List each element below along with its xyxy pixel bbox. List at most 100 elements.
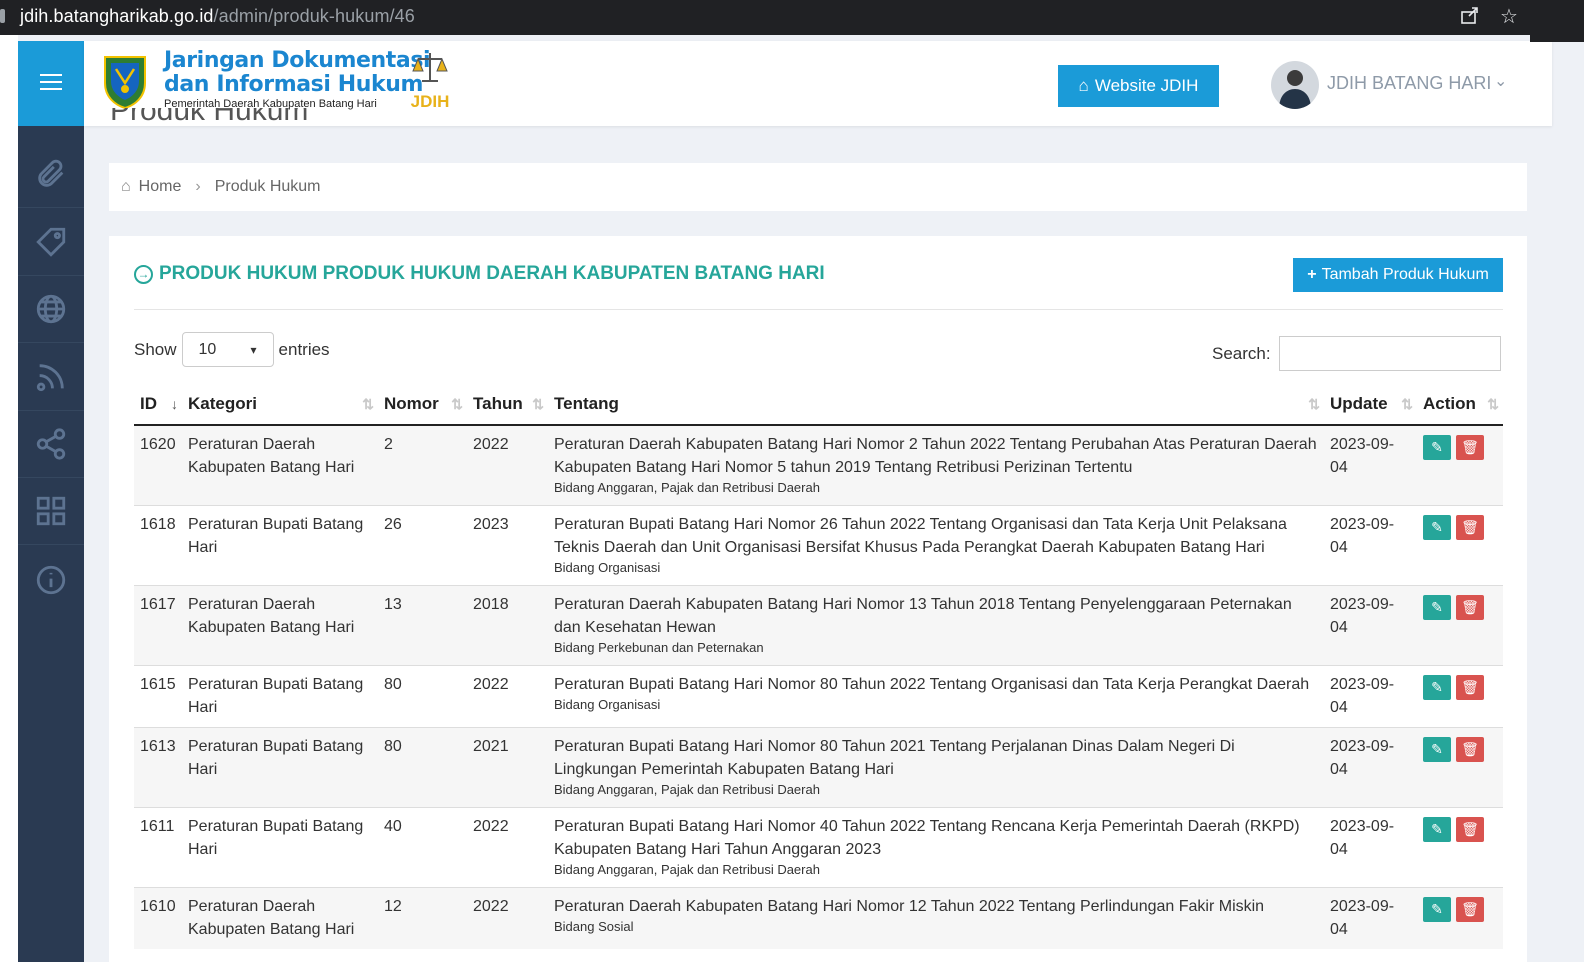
url-text[interactable]: jdih.batangharikab.go.id/admin/produk-hu… [20,6,415,27]
cell-tahun: 2021 [467,727,548,808]
edit-button[interactable]: ✎ [1423,515,1451,540]
cell-id: 1615 [134,665,182,728]
cell-nomor: 2 [378,424,467,506]
search-label: Search: [1212,343,1271,363]
avatar[interactable] [1271,61,1319,109]
column-header-nomor[interactable]: Nomor ⇅ [378,384,467,426]
user-menu[interactable]: JDIH BATANG HARI [1327,73,1491,94]
cell-tahun: 2022 [467,887,548,949]
pencil-icon: ✎ [1431,821,1443,837]
pencil-icon: ✎ [1431,901,1443,917]
column-header-kategori[interactable]: Kategori ⇅ [182,384,378,426]
delete-button[interactable]: 🗑 [1456,595,1484,620]
sidebar-item-share[interactable] [18,411,84,478]
trash-icon: 🗑 [1461,821,1479,837]
tag-icon [36,227,66,257]
cell-update: 2023-09-04 [1324,807,1417,888]
cell-bidang: Bidang Anggaran, Pajak dan Retribusi Dae… [554,782,820,797]
hamburger-icon [40,74,62,90]
cell-nomor: 80 [378,727,467,808]
cell-tentang: Peraturan Daerah Kabupaten Batang Hari N… [548,585,1324,666]
scales-of-justice-icon [412,53,448,82]
cell-kategori: Peraturan Bupati Batang Hari [182,727,378,808]
pencil-icon: ✎ [1431,519,1443,535]
add-produk-hukum-button[interactable]: + Tambah Produk Hukum [1293,258,1503,292]
cell-action: ✎ 🗑 [1417,505,1503,586]
cell-update: 2023-09-04 [1324,887,1417,949]
edit-button[interactable]: ✎ [1423,435,1451,460]
sidebar-item-info[interactable] [18,546,84,613]
grid-icon [36,496,66,526]
cell-bidang: Bidang Organisasi [554,697,661,712]
sort-icon: ⇅ [532,396,544,412]
cell-tentang: Peraturan Daerah Kabupaten Batang Hari N… [548,887,1324,949]
browser-address-bar[interactable]: jdih.batangharikab.go.id/admin/produk-hu… [0,0,1584,35]
page-length-select[interactable]: 10 ▾ [181,332,274,367]
pencil-icon: ✎ [1431,679,1443,695]
cell-tahun: 2022 [467,807,548,888]
edit-button[interactable]: ✎ [1423,675,1451,700]
sidebar-item-tag[interactable] [18,209,84,276]
edit-button[interactable]: ✎ [1423,897,1451,922]
column-header-action[interactable]: Action ⇅ [1417,384,1503,426]
column-header-tentang[interactable]: Tentang ⇅ [548,384,1324,426]
cell-id: 1620 [134,424,182,506]
cell-bidang: Bidang Sosial [554,919,634,934]
regency-shield-logo[interactable] [102,53,148,109]
sidebar-item-apps[interactable] [18,478,84,545]
website-jdih-button[interactable]: ⌂ Website JDIH [1058,65,1219,107]
cell-update: 2023-09-04 [1324,727,1417,808]
delete-button[interactable]: 🗑 [1456,675,1484,700]
delete-button[interactable]: 🗑 [1456,435,1484,460]
column-header-tahun[interactable]: Tahun ⇅ [467,384,548,426]
cell-tentang: Peraturan Bupati Batang Hari Nomor 80 Ta… [548,665,1324,728]
column-header-id[interactable]: ID ↓ [134,384,182,426]
sidebar-item-globe[interactable] [18,276,84,343]
sort-icon: ⇅ [1487,396,1499,412]
pencil-icon: ✎ [1431,599,1443,615]
cell-id: 1613 [134,727,182,808]
trash-icon: 🗑 [1461,901,1479,917]
table-row: 1611 Peraturan Bupati Batang Hari 40 202… [134,807,1503,888]
site-logo-text[interactable]: Jaringan Dokumentasi dan Informasi Hukum… [164,49,431,111]
info-icon [36,565,66,594]
delete-button[interactable]: 🗑 [1456,897,1484,922]
sidebar-item-feed[interactable] [18,344,84,411]
delete-button[interactable]: 🗑 [1456,817,1484,842]
produk-hukum-table: ID ↓ Kategori ⇅ Nomor ⇅ Tahun ⇅ Tentang ⇅ Upd… [134,384,1503,949]
trash-icon: 🗑 [1461,519,1479,535]
table-row: 1613 Peraturan Bupati Batang Hari 80 202… [134,727,1503,808]
cell-action: ✎ 🗑 [1417,585,1503,666]
sidebar [18,41,84,962]
cell-bidang: Bidang Anggaran, Pajak dan Retribusi Dae… [554,862,820,877]
cell-kategori: Peraturan Bupati Batang Hari [182,505,378,586]
paperclip-icon [38,159,64,187]
delete-button[interactable]: 🗑 [1456,515,1484,540]
menu-toggle-button[interactable] [18,41,84,126]
cell-kategori: Peraturan Bupati Batang Hari [182,807,378,888]
cell-tentang: Peraturan Bupati Batang Hari Nomor 80 Ta… [548,727,1324,808]
edit-button[interactable]: ✎ [1423,817,1451,842]
table-row: 1618 Peraturan Bupati Batang Hari 26 202… [134,505,1503,586]
chevron-down-icon: ▾ [250,342,257,357]
search-input[interactable] [1278,336,1501,371]
delete-button[interactable]: 🗑 [1456,737,1484,762]
edit-button[interactable]: ✎ [1423,595,1451,620]
cell-tahun: 2018 [467,585,548,666]
page-left-edge [0,35,18,962]
content-card: → PRODUK HUKUM PRODUK HUKUM DAERAH KABUP… [109,236,1527,962]
share-icon[interactable] [1460,5,1480,31]
globe-icon [36,294,66,324]
cell-kategori: Peraturan Daerah Kabupaten Batang Hari [182,887,378,949]
cell-id: 1611 [134,807,182,888]
pencil-icon: ✎ [1431,741,1443,757]
chevron-down-icon[interactable]: ⌄ [1494,71,1507,91]
breadcrumb: ⌂ Home › Produk Hukum [109,163,1527,211]
cell-action: ✎ 🗑 [1417,665,1503,728]
column-header-update[interactable]: Update ⇅ [1324,384,1417,426]
sidebar-item-attachment[interactable] [18,141,84,208]
breadcrumb-home-link[interactable]: Home [139,178,182,196]
star-icon[interactable]: ☆ [1500,4,1518,29]
table-row: 1610 Peraturan Daerah Kabupaten Batang H… [134,887,1503,949]
edit-button[interactable]: ✎ [1423,737,1451,762]
